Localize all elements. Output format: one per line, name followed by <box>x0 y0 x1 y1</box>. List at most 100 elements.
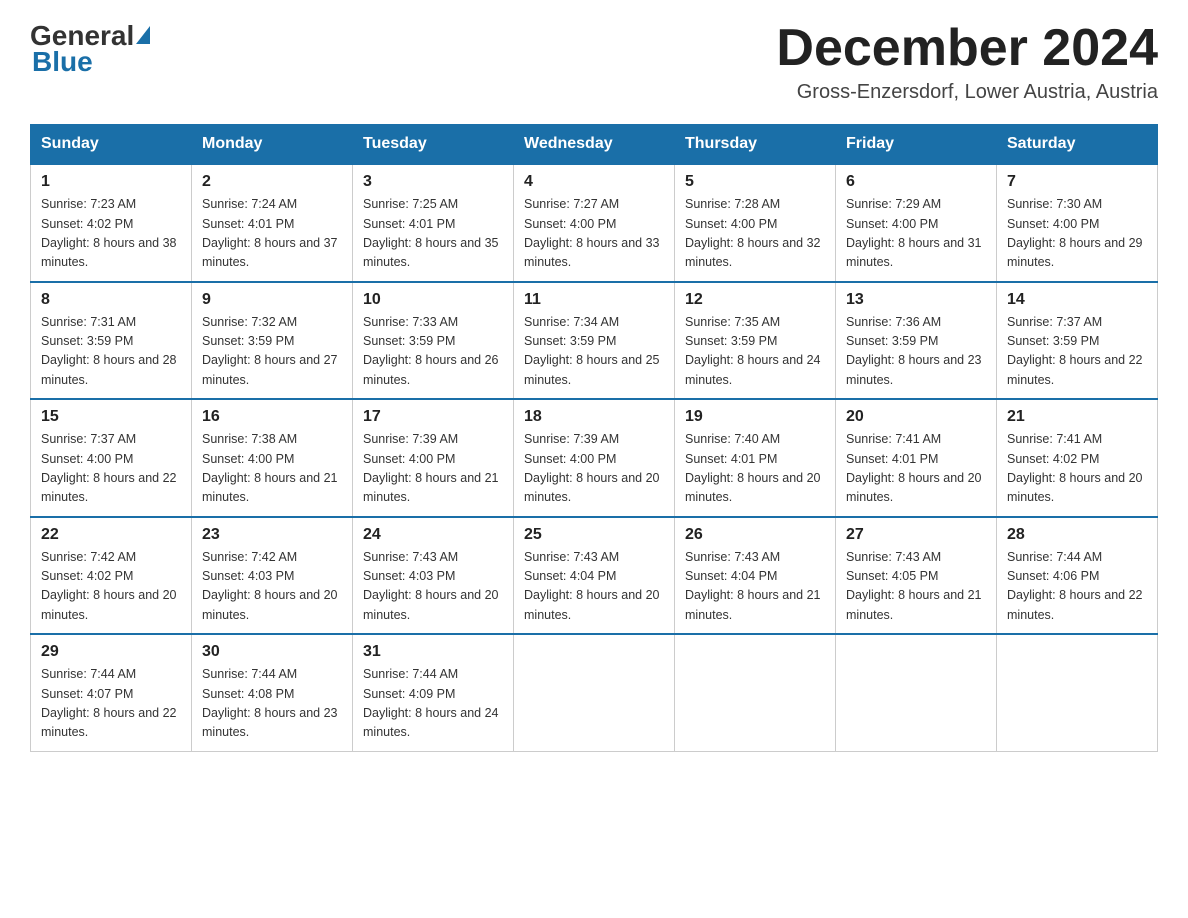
calendar-cell: 21Sunrise: 7:41 AMSunset: 4:02 PMDayligh… <box>997 399 1158 517</box>
day-number: 25 <box>524 526 664 544</box>
day-number: 1 <box>41 173 181 191</box>
location-title: Gross-Enzersdorf, Lower Austria, Austria <box>776 81 1158 104</box>
calendar-cell: 6 Sunrise: 7:29 AMSunset: 4:00 PMDaylight… <box>836 164 997 282</box>
logo-triangle-icon <box>136 26 150 44</box>
header-row: SundayMondayTuesdayWednesdayThursdayFrid… <box>31 125 1158 165</box>
calendar-cell: 22 Sunrise: 7:42 AMSunset: 4:02 PMDayligh… <box>31 517 192 635</box>
day-info: Sunrise: 7:42 AMSunset: 4:03 PMDaylight:… <box>202 548 342 626</box>
col-header-tuesday: Tuesday <box>353 125 514 165</box>
day-info: Sunrise: 7:42 AMSunset: 4:02 PMDaylight:… <box>41 548 181 626</box>
day-number: 4 <box>524 173 664 191</box>
day-info: Sunrise: 7:35 AMSunset: 3:59 PMDaylight:… <box>685 313 825 391</box>
calendar-cell: 2Sunrise: 7:24 AMSunset: 4:01 PMDaylight… <box>192 164 353 282</box>
day-number: 17 <box>363 408 503 426</box>
calendar-table: SundayMondayTuesdayWednesdayThursdayFrid… <box>30 124 1158 752</box>
calendar-cell: 27 Sunrise: 7:43 AMSunset: 4:05 PMDayligh… <box>836 517 997 635</box>
calendar-cell: 15 Sunrise: 7:37 AMSunset: 4:00 PMDayligh… <box>31 399 192 517</box>
day-number: 5 <box>685 173 825 191</box>
day-number: 11 <box>524 291 664 309</box>
calendar-cell <box>997 634 1158 751</box>
day-info: Sunrise: 7:44 AMSunset: 4:07 PMDaylight:… <box>41 665 181 743</box>
week-row-4: 22 Sunrise: 7:42 AMSunset: 4:02 PMDayligh… <box>31 517 1158 635</box>
calendar-cell: 23 Sunrise: 7:42 AMSunset: 4:03 PMDayligh… <box>192 517 353 635</box>
week-row-2: 8 Sunrise: 7:31 AMSunset: 3:59 PMDaylight… <box>31 282 1158 400</box>
day-info: Sunrise: 7:38 AMSunset: 4:00 PMDaylight:… <box>202 430 342 508</box>
day-info: Sunrise: 7:43 AMSunset: 4:03 PMDaylight:… <box>363 548 503 626</box>
calendar-cell: 12Sunrise: 7:35 AMSunset: 3:59 PMDayligh… <box>675 282 836 400</box>
calendar-cell: 3Sunrise: 7:25 AMSunset: 4:01 PMDaylight… <box>353 164 514 282</box>
calendar-cell <box>514 634 675 751</box>
calendar-cell: 14 Sunrise: 7:37 AMSunset: 3:59 PMDayligh… <box>997 282 1158 400</box>
calendar-cell: 1 Sunrise: 7:23 AMSunset: 4:02 PMDaylight… <box>31 164 192 282</box>
day-number: 26 <box>685 526 825 544</box>
col-header-saturday: Saturday <box>997 125 1158 165</box>
day-info: Sunrise: 7:41 AMSunset: 4:01 PMDaylight:… <box>846 430 986 508</box>
calendar-cell <box>675 634 836 751</box>
col-header-wednesday: Wednesday <box>514 125 675 165</box>
day-number: 23 <box>202 526 342 544</box>
day-info: Sunrise: 7:30 AMSunset: 4:00 PMDaylight:… <box>1007 195 1147 273</box>
day-number: 6 <box>846 173 986 191</box>
day-info: Sunrise: 7:37 AMSunset: 3:59 PMDaylight:… <box>1007 313 1147 391</box>
calendar-cell: 10 Sunrise: 7:33 AMSunset: 3:59 PMDayligh… <box>353 282 514 400</box>
day-number: 31 <box>363 643 503 661</box>
day-info: Sunrise: 7:43 AMSunset: 4:05 PMDaylight:… <box>846 548 986 626</box>
calendar-cell: 25 Sunrise: 7:43 AMSunset: 4:04 PMDayligh… <box>514 517 675 635</box>
day-number: 29 <box>41 643 181 661</box>
day-number: 7 <box>1007 173 1147 191</box>
day-number: 19 <box>685 408 825 426</box>
calendar-cell: 26 Sunrise: 7:43 AMSunset: 4:04 PMDayligh… <box>675 517 836 635</box>
col-header-thursday: Thursday <box>675 125 836 165</box>
day-number: 21 <box>1007 408 1147 426</box>
calendar-cell <box>836 634 997 751</box>
day-info: Sunrise: 7:28 AMSunset: 4:00 PMDaylight:… <box>685 195 825 273</box>
day-info: Sunrise: 7:23 AMSunset: 4:02 PMDaylight:… <box>41 195 181 273</box>
day-info: Sunrise: 7:43 AMSunset: 4:04 PMDaylight:… <box>524 548 664 626</box>
calendar-cell: 11Sunrise: 7:34 AMSunset: 3:59 PMDayligh… <box>514 282 675 400</box>
calendar-cell: 29 Sunrise: 7:44 AMSunset: 4:07 PMDayligh… <box>31 634 192 751</box>
day-info: Sunrise: 7:33 AMSunset: 3:59 PMDaylight:… <box>363 313 503 391</box>
day-info: Sunrise: 7:44 AMSunset: 4:08 PMDaylight:… <box>202 665 342 743</box>
calendar-cell: 16 Sunrise: 7:38 AMSunset: 4:00 PMDayligh… <box>192 399 353 517</box>
day-info: Sunrise: 7:44 AMSunset: 4:09 PMDaylight:… <box>363 665 503 743</box>
week-row-5: 29 Sunrise: 7:44 AMSunset: 4:07 PMDayligh… <box>31 634 1158 751</box>
day-number: 16 <box>202 408 342 426</box>
day-number: 2 <box>202 173 342 191</box>
day-info: Sunrise: 7:31 AMSunset: 3:59 PMDaylight:… <box>41 313 181 391</box>
day-info: Sunrise: 7:27 AMSunset: 4:00 PMDaylight:… <box>524 195 664 273</box>
day-number: 14 <box>1007 291 1147 309</box>
col-header-sunday: Sunday <box>31 125 192 165</box>
day-number: 15 <box>41 408 181 426</box>
day-info: Sunrise: 7:32 AMSunset: 3:59 PMDaylight:… <box>202 313 342 391</box>
day-number: 10 <box>363 291 503 309</box>
day-info: Sunrise: 7:40 AMSunset: 4:01 PMDaylight:… <box>685 430 825 508</box>
page-header: General Blue December 2024 Gross-Enzersd… <box>30 20 1158 104</box>
calendar-cell: 13Sunrise: 7:36 AMSunset: 3:59 PMDayligh… <box>836 282 997 400</box>
calendar-cell: 31 Sunrise: 7:44 AMSunset: 4:09 PMDayligh… <box>353 634 514 751</box>
week-row-3: 15 Sunrise: 7:37 AMSunset: 4:00 PMDayligh… <box>31 399 1158 517</box>
day-info: Sunrise: 7:43 AMSunset: 4:04 PMDaylight:… <box>685 548 825 626</box>
day-number: 13 <box>846 291 986 309</box>
calendar-cell: 9Sunrise: 7:32 AMSunset: 3:59 PMDaylight… <box>192 282 353 400</box>
day-info: Sunrise: 7:44 AMSunset: 4:06 PMDaylight:… <box>1007 548 1147 626</box>
week-row-1: 1 Sunrise: 7:23 AMSunset: 4:02 PMDaylight… <box>31 164 1158 282</box>
day-number: 3 <box>363 173 503 191</box>
logo: General Blue <box>30 20 150 78</box>
calendar-cell: 7 Sunrise: 7:30 AMSunset: 4:00 PMDaylight… <box>997 164 1158 282</box>
day-number: 18 <box>524 408 664 426</box>
day-number: 22 <box>41 526 181 544</box>
day-number: 28 <box>1007 526 1147 544</box>
calendar-cell: 17 Sunrise: 7:39 AMSunset: 4:00 PMDayligh… <box>353 399 514 517</box>
day-number: 8 <box>41 291 181 309</box>
col-header-monday: Monday <box>192 125 353 165</box>
calendar-cell: 4 Sunrise: 7:27 AMSunset: 4:00 PMDaylight… <box>514 164 675 282</box>
day-number: 27 <box>846 526 986 544</box>
calendar-cell: 28 Sunrise: 7:44 AMSunset: 4:06 PMDayligh… <box>997 517 1158 635</box>
calendar-cell: 24Sunrise: 7:43 AMSunset: 4:03 PMDayligh… <box>353 517 514 635</box>
day-info: Sunrise: 7:37 AMSunset: 4:00 PMDaylight:… <box>41 430 181 508</box>
logo-blue-text: Blue <box>32 46 93 78</box>
col-header-friday: Friday <box>836 125 997 165</box>
day-number: 20 <box>846 408 986 426</box>
day-info: Sunrise: 7:29 AMSunset: 4:00 PMDaylight:… <box>846 195 986 273</box>
day-info: Sunrise: 7:39 AMSunset: 4:00 PMDaylight:… <box>363 430 503 508</box>
